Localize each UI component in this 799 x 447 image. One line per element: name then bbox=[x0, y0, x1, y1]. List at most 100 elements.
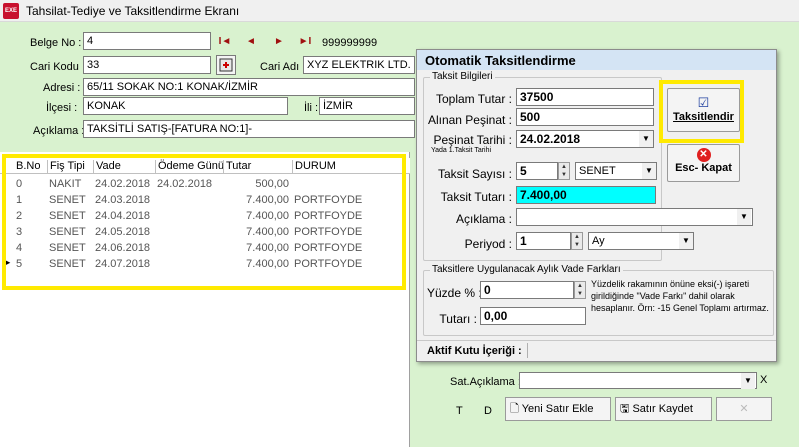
taksit-bilgileri-label: Taksit Bilgileri bbox=[430, 71, 495, 82]
cell-vade: 24.02.2018 bbox=[95, 178, 151, 190]
yuzde-label: Yüzde % : bbox=[427, 286, 482, 300]
cell-tutar: 7.400,00 bbox=[246, 194, 289, 206]
col-fis-tipi[interactable]: Fiş Tipi bbox=[47, 160, 85, 174]
ilcesi-label: İlçesi : bbox=[46, 102, 78, 114]
taksit-sayisi-spinner[interactable]: ▲ ▼ bbox=[558, 162, 570, 180]
first-record-icon[interactable]: I◄ bbox=[218, 35, 232, 49]
table-row[interactable]: 0 NAKIT 24.02.2018 24.02.2018 500,00 bbox=[0, 176, 410, 192]
toplam-tutar-label: Toplam Tutar : bbox=[435, 92, 512, 106]
cari-adi-field[interactable]: XYZ ELEKTRIK LTD. Ş bbox=[303, 56, 415, 74]
table-row[interactable]: 2 SENET 24.04.2018 7.400,00 PORTFOYDE bbox=[0, 208, 410, 224]
cell-durum: PORTFOYDE bbox=[294, 258, 363, 270]
cell-tutar: 7.400,00 bbox=[246, 226, 289, 238]
record-count: 999999999 bbox=[322, 37, 378, 49]
ili-field[interactable]: İZMİR bbox=[319, 97, 415, 115]
col-bno[interactable]: B.No bbox=[14, 160, 40, 174]
cell-fis: SENET bbox=[49, 258, 86, 270]
col-durum[interactable]: DURUM bbox=[292, 160, 336, 174]
dlg-aciklama-label: Açıklama : bbox=[455, 212, 512, 226]
cell-vade: 24.03.2018 bbox=[95, 194, 151, 206]
vade-farki-label: Taksitlere Uygulanacak Aylık Vade Farkla… bbox=[430, 264, 623, 275]
cell-tutar: 7.400,00 bbox=[246, 210, 289, 222]
taksit-tutari-field[interactable]: 7.400,00 bbox=[516, 186, 656, 204]
cell-fis: SENET bbox=[49, 194, 86, 206]
taksit-tipi-dropdown-icon[interactable]: ▼ bbox=[642, 163, 656, 179]
cell-durum: PORTFOYDE bbox=[294, 226, 363, 238]
d-label: D bbox=[484, 405, 492, 417]
toplam-tutar-field[interactable]: 37500 bbox=[516, 88, 654, 106]
taksitlendir-label: Taksitlendir bbox=[673, 111, 734, 123]
cari-search-button[interactable] bbox=[216, 55, 236, 75]
prev-record-icon[interactable]: ◄ bbox=[244, 35, 258, 49]
kapat-label: Esc- Kapat bbox=[675, 162, 732, 174]
col-odeme-gunu[interactable]: Ödeme Günü bbox=[155, 160, 224, 174]
pesinat-tarihi-field[interactable]: 24.02.2018 bbox=[516, 130, 654, 148]
cell-bno: 1 bbox=[16, 194, 23, 206]
cell-fis: SENET bbox=[49, 226, 86, 238]
ili-label: İli : bbox=[304, 102, 319, 114]
tutar-field[interactable]: 0,00 bbox=[480, 307, 586, 325]
sat-aciklama-field[interactable] bbox=[519, 372, 757, 389]
cell-durum: PORTFOYDE bbox=[294, 210, 363, 222]
aciklama-field[interactable]: TAKSİTLİ SATIŞ-[FATURA NO:1]- bbox=[83, 120, 415, 138]
dlg-aciklama-field[interactable] bbox=[516, 208, 753, 226]
periyod-unit-dropdown-icon[interactable]: ▼ bbox=[679, 233, 693, 249]
title-bar: EXE Tahsilat-Tediye ve Taksitlendirme Ek… bbox=[0, 0, 799, 22]
aciklama-label: Açıklama : bbox=[33, 125, 85, 137]
yeni-satir-label: Yeni Satır Ekle bbox=[521, 403, 594, 415]
satir-kaydet-label: Satır Kaydet bbox=[632, 403, 693, 415]
adresi-label: Adresi : bbox=[43, 82, 81, 94]
cell-vade: 24.05.2018 bbox=[95, 226, 151, 238]
installment-grid[interactable]: B.No Fiş Tipi Vade Ödeme Günü Tutar DURU… bbox=[0, 152, 410, 447]
lookup-icon bbox=[219, 58, 233, 72]
cell-tutar: 7.400,00 bbox=[246, 258, 289, 270]
pesinat-tarihi-label: Peşinat Tarihi : bbox=[433, 133, 513, 147]
periyod-spinner[interactable]: ▲ ▼ bbox=[571, 232, 583, 250]
taksitlendir-icon: ☑ bbox=[697, 95, 710, 110]
sat-aciklama-dropdown-icon[interactable]: ▼ bbox=[741, 373, 755, 389]
yeni-satir-button[interactable]: 🗋 Yeni Satır Ekle bbox=[505, 397, 611, 421]
delete-row-button[interactable]: ✕ bbox=[716, 397, 772, 421]
pesinat-tarihi-dropdown-icon[interactable]: ▼ bbox=[639, 131, 653, 147]
satir-kaydet-button[interactable]: 🖫 Satır Kaydet bbox=[615, 397, 712, 421]
belge-no-label: Belge No : bbox=[30, 37, 82, 49]
alinan-pesinat-field[interactable]: 500 bbox=[516, 108, 654, 126]
cell-vade: 24.07.2018 bbox=[95, 258, 151, 270]
cari-kodu-field[interactable]: 33 bbox=[83, 56, 211, 74]
col-tutar[interactable]: Tutar bbox=[223, 160, 251, 174]
alinan-pesinat-label: Alınan Peşinat : bbox=[427, 113, 512, 127]
t-label: T bbox=[456, 405, 463, 417]
cell-fis: SENET bbox=[49, 242, 86, 254]
adresi-field[interactable]: 65/11 SOKAK NO:1 KONAK/İZMİR bbox=[83, 78, 415, 96]
cell-fis: SENET bbox=[49, 210, 86, 222]
yuzde-field[interactable]: 0 bbox=[480, 281, 574, 299]
periyod-field[interactable]: 1 bbox=[516, 232, 571, 250]
taksit-sayisi-field[interactable]: 5 bbox=[516, 162, 558, 180]
cari-kodu-label: Cari Kodu : bbox=[30, 61, 86, 73]
ilcesi-field[interactable]: KONAK bbox=[83, 97, 288, 115]
yuzde-spinner[interactable]: ▲ ▼ bbox=[574, 281, 586, 299]
cell-bno: 4 bbox=[16, 242, 23, 254]
cell-tutar: 7.400,00 bbox=[246, 242, 289, 254]
table-row[interactable]: 3 SENET 24.05.2018 7.400,00 PORTFOYDE bbox=[0, 224, 410, 240]
belge-no-field[interactable]: 4 bbox=[83, 32, 211, 50]
cell-bno: 3 bbox=[16, 226, 23, 238]
table-row[interactable]: 5 SENET 24.07.2018 7.400,00 PORTFOYDE ► bbox=[0, 256, 410, 272]
dlg-aciklama-dropdown-icon[interactable]: ▼ bbox=[737, 209, 751, 225]
cell-bno: 0 bbox=[16, 178, 23, 190]
tutar-label: Tutarı : bbox=[439, 312, 477, 326]
taksitlendir-button[interactable]: ☑ Taksitlendir bbox=[667, 88, 740, 132]
delete-icon: ✕ bbox=[739, 403, 749, 415]
sat-aciklama-label: Sat.Açıklama : bbox=[450, 376, 521, 388]
table-row[interactable]: 1 SENET 24.03.2018 7.400,00 PORTFOYDE bbox=[0, 192, 410, 208]
col-vade[interactable]: Vade bbox=[93, 160, 121, 174]
last-record-icon[interactable]: ►I bbox=[298, 35, 312, 49]
cell-fis: NAKIT bbox=[49, 178, 82, 190]
kapat-button[interactable]: ✕ Esc- Kapat bbox=[667, 144, 740, 182]
grid-header: B.No Fiş Tipi Vade Ödeme Günü Tutar DURU… bbox=[0, 158, 410, 174]
table-row[interactable]: 4 SENET 24.06.2018 7.400,00 PORTFOYDE bbox=[0, 240, 410, 256]
close-icon: ✕ bbox=[696, 148, 711, 162]
cell-durum: PORTFOYDE bbox=[294, 242, 363, 254]
sat-aciklama-clear-icon[interactable]: X bbox=[760, 374, 767, 386]
next-record-icon[interactable]: ► bbox=[272, 35, 286, 49]
